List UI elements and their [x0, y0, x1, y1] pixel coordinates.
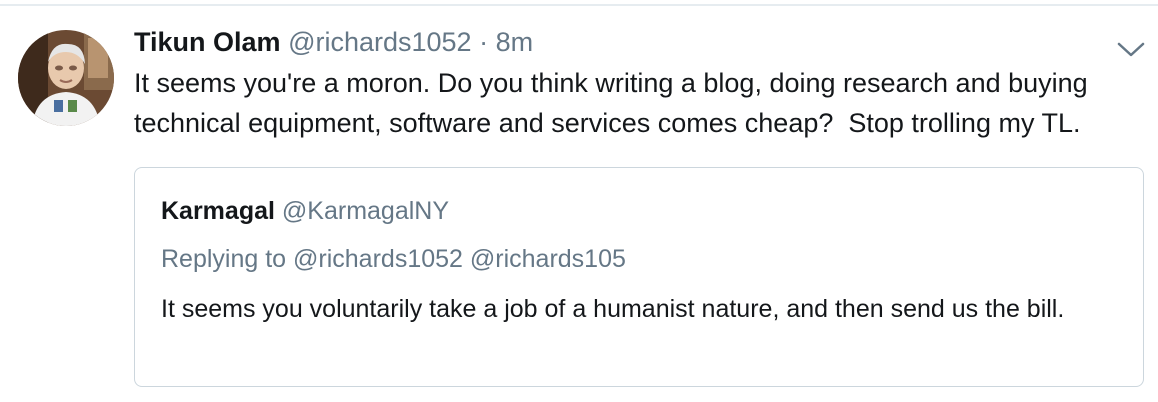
- quoted-replying-to: Replying to @richards1052 @richards105: [161, 245, 626, 273]
- tweet-text: It seems you're a moron. Do you think wr…: [134, 68, 1096, 138]
- avatar-image: [18, 30, 114, 126]
- tweet-header: Tikun Olam @richards1052 · 8m: [134, 24, 533, 60]
- quoted-author-username: @KarmagalNY: [281, 197, 450, 225]
- quoted-tweet-text: It seems you voluntarily take a job of a…: [161, 295, 1065, 323]
- quoted-tweet[interactable]: Karmagal @KarmagalNY Replying to @richar…: [134, 167, 1144, 387]
- quoted-tweet-header: Karmagal @KarmagalNY: [161, 194, 449, 228]
- author-fullname[interactable]: Tikun Olam: [134, 27, 281, 57]
- author-username[interactable]: @richards1052: [288, 27, 472, 57]
- chevron-down-icon: [1117, 42, 1145, 57]
- quoted-author-fullname: Karmagal: [161, 197, 275, 225]
- tweet-menu-button[interactable]: [1116, 38, 1146, 60]
- tweet-timestamp[interactable]: 8m: [496, 27, 534, 57]
- tweet[interactable]: Tikun Olam @richards1052 · 8m It seems y…: [0, 6, 1158, 402]
- header-separator: ·: [479, 27, 489, 57]
- avatar[interactable]: [18, 30, 114, 126]
